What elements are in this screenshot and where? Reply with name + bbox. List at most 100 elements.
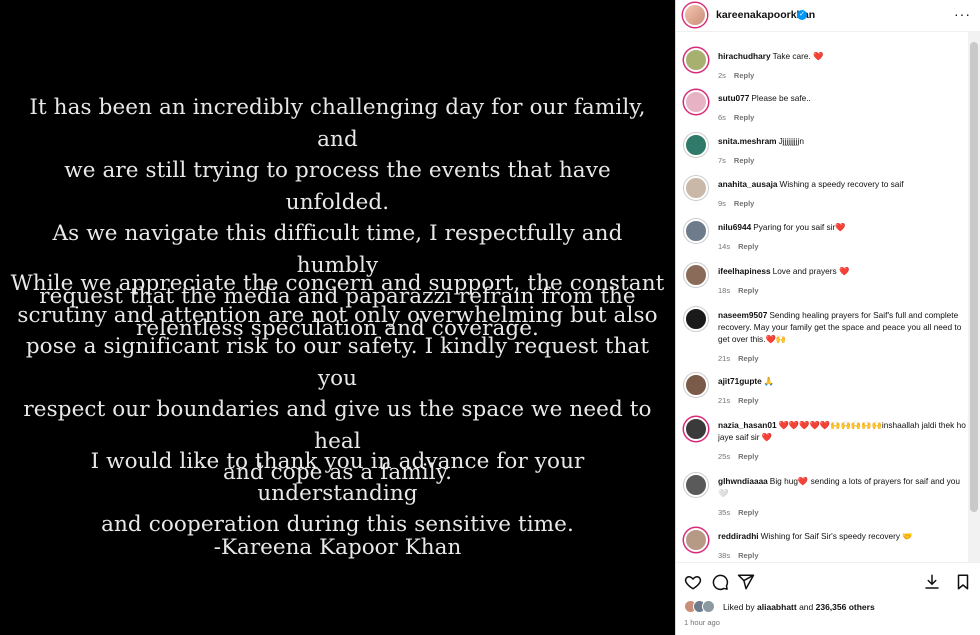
comment-username[interactable]: ajit71gupte <box>718 376 762 386</box>
comment-time: 21s <box>718 396 731 405</box>
likes-summary[interactable]: Liked by aliaabhatt and 236,356 others <box>723 602 875 612</box>
comment-meta: 25s Reply <box>718 452 759 461</box>
comment-time: 18s <box>718 286 731 295</box>
comment-username[interactable]: nilu6944 <box>718 222 751 232</box>
comment-text: ajit71gupte 🙏 <box>718 375 968 387</box>
comment-time: 35s <box>718 508 731 517</box>
text-line: While we appreciate the concern and supp… <box>10 271 665 296</box>
comment-time: 25s <box>718 452 731 461</box>
comments-list[interactable]: hirachudhary Take care. ❤️ 2s Reply sutu077 P… <box>676 32 980 562</box>
avatar <box>702 600 715 613</box>
scrollbar[interactable] <box>968 32 980 562</box>
comment-text: anahita_ausaja Wishing a speedy recovery … <box>718 178 968 190</box>
comment-meta: 35s Reply <box>718 508 759 517</box>
comment-meta: 14s Reply <box>718 242 759 251</box>
comment-time: 7s <box>718 156 726 165</box>
comment-body: Wishing a speedy recovery to saif <box>779 179 904 189</box>
comment-text: reddiradhi Wishing for Saif Sir's speedy … <box>718 530 968 542</box>
comment-body: Pyaring for you saif sir❤️ <box>753 222 846 232</box>
comment-time: 21s <box>718 354 731 363</box>
comment-username[interactable]: snita.meshram <box>718 136 777 146</box>
comment-meta: 21s Reply <box>718 396 759 405</box>
comment-username[interactable]: anahita_ausaja <box>718 179 778 189</box>
comment-time: 38s <box>718 551 731 560</box>
comment-time: 2s <box>718 71 726 80</box>
like-heart-icon[interactable] <box>684 573 702 591</box>
comment-meta: 6s Reply <box>718 113 754 122</box>
post-actions: Liked by aliaabhatt and 236,356 others 1… <box>676 562 980 635</box>
avatar[interactable] <box>684 373 708 397</box>
liked-user[interactable]: aliaabhatt <box>757 602 797 612</box>
avatar[interactable] <box>684 133 708 157</box>
avatar[interactable] <box>684 176 708 200</box>
comment-body: Please be safe.. <box>751 93 811 103</box>
comment-time: 6s <box>718 113 726 122</box>
text-line: It has been an incredibly challenging da… <box>29 95 646 152</box>
post-timestamp: 1 hour ago <box>684 618 720 627</box>
reply-button[interactable]: Reply <box>734 156 754 165</box>
text-line: we are still trying to process the event… <box>64 158 611 215</box>
verified-badge-icon: ✓ <box>797 10 807 20</box>
reply-button[interactable]: Reply <box>738 508 758 517</box>
comment-username[interactable]: glhwndiaaaa <box>718 476 768 486</box>
post-image: It has been an incredibly challenging da… <box>0 0 675 635</box>
comment-time: 14s <box>718 242 731 251</box>
comment-username[interactable]: naseem9507 <box>718 310 767 320</box>
comment-body: 🙏 <box>763 376 775 386</box>
author-avatar[interactable] <box>683 3 707 27</box>
reply-button[interactable]: Reply <box>734 71 754 80</box>
comment-meta: 18s Reply <box>718 286 759 295</box>
share-icon[interactable] <box>737 573 755 591</box>
comment-text: hirachudhary Take care. ❤️ <box>718 50 968 62</box>
comment-text: snita.meshram Jjjjjjjjjjn <box>718 135 968 147</box>
comment-text: sutu077 Please be safe.. <box>718 92 968 104</box>
signoff: -Kareena Kapoor Khan <box>213 535 462 560</box>
reply-button[interactable]: Reply <box>734 113 754 122</box>
comment-username[interactable]: sutu077 <box>718 93 749 103</box>
reply-button[interactable]: Reply <box>738 396 758 405</box>
scroll-thumb[interactable] <box>970 42 978 512</box>
liker-avatars <box>684 600 724 614</box>
comment-icon[interactable] <box>711 573 729 591</box>
avatar[interactable] <box>684 48 708 72</box>
reply-button[interactable]: Reply <box>738 286 758 295</box>
comment-time: 9s <box>718 199 726 208</box>
avatar[interactable] <box>684 90 708 114</box>
avatar[interactable] <box>684 417 708 441</box>
reply-button[interactable]: Reply <box>738 354 758 363</box>
liked-mid: and <box>796 602 816 612</box>
text-line: pose a significant risk to our safety. I… <box>25 334 650 391</box>
comment-body: Love and prayers ❤️ <box>772 266 850 276</box>
statement-paragraph-3: I would like to thank you in advance for… <box>10 446 665 541</box>
comment-body: Wishing for Saif Sir's speedy recovery 🤝 <box>760 531 913 541</box>
reply-button[interactable]: Reply <box>734 199 754 208</box>
avatar[interactable] <box>684 307 708 331</box>
text-line: I would like to thank you in advance for… <box>90 449 585 506</box>
comment-username[interactable]: ifeelhapiness <box>718 266 771 276</box>
avatar[interactable] <box>684 473 708 497</box>
liked-count[interactable]: 236,356 others <box>816 602 875 612</box>
save-bookmark-icon[interactable] <box>954 573 972 591</box>
comment-username[interactable]: nazia_hasan01 <box>718 420 777 430</box>
liked-prefix: Liked by <box>723 602 758 612</box>
reply-button[interactable]: Reply <box>738 551 758 560</box>
more-options-icon[interactable]: ··· <box>954 6 971 22</box>
comment-text: ifeelhapiness Love and prayers ❤️ <box>718 265 968 277</box>
comment-meta: 38s Reply <box>718 551 759 560</box>
comment-text: glhwndiaaaa Big hug❤️ sending a lots of p… <box>718 475 968 499</box>
download-icon[interactable] <box>923 573 941 591</box>
text-line: scrutiny and attention are not only over… <box>17 302 658 328</box>
comment-username[interactable]: hirachudhary <box>718 51 771 61</box>
comment-meta: 9s Reply <box>718 199 754 208</box>
post-header: kareenakapoorkhan ✓ ··· <box>676 0 980 32</box>
reply-button[interactable]: Reply <box>738 242 758 251</box>
comment-body: Jjjjjjjjjjn <box>778 136 804 146</box>
comment-meta: 21s Reply <box>718 354 759 363</box>
comment-text: nilu6944 Pyaring for you saif sir❤️ <box>718 221 968 233</box>
reply-button[interactable]: Reply <box>738 452 758 461</box>
comment-meta: 7s Reply <box>718 156 754 165</box>
avatar[interactable] <box>684 528 708 552</box>
avatar[interactable] <box>684 219 708 243</box>
comment-username[interactable]: reddiradhi <box>718 531 759 541</box>
avatar[interactable] <box>684 263 708 287</box>
